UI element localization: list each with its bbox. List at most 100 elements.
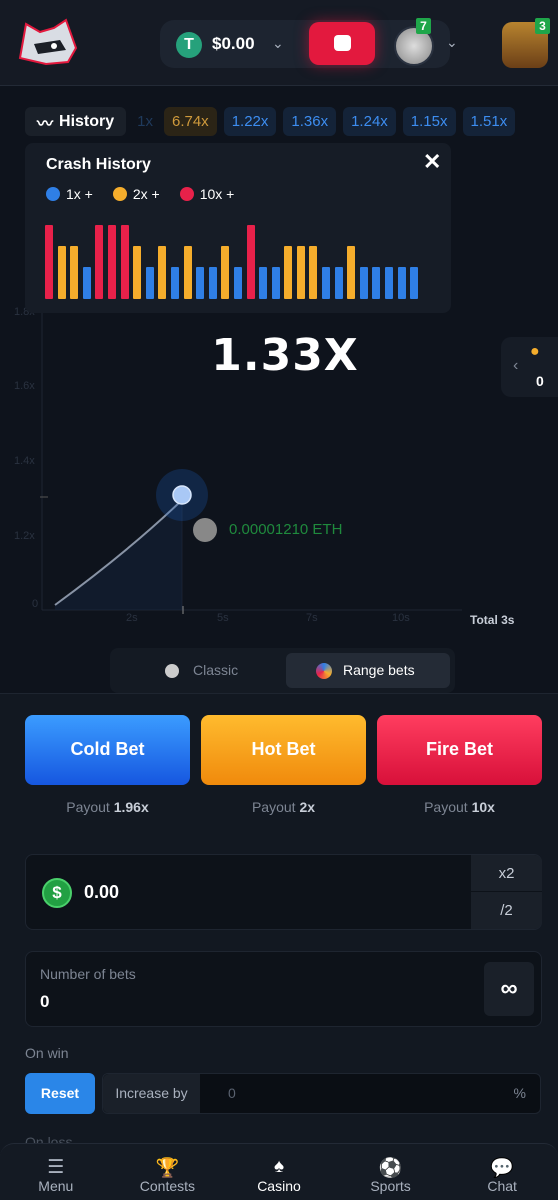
history-chip[interactable]: 1.24x (343, 107, 396, 136)
reset-button[interactable]: Reset (25, 1073, 95, 1114)
legend-item: 10x + (179, 186, 234, 202)
crash-bar (133, 246, 142, 299)
legend-item: 2x + (112, 186, 160, 202)
crash-bar (322, 267, 331, 299)
cold-bet-button[interactable]: Cold Bet (25, 715, 190, 785)
half-button[interactable]: /2 (471, 892, 542, 929)
header: T $0.00 ⌄ 7 ⌄ 3 (0, 0, 558, 86)
nav-casino[interactable]: ♠ Casino (223, 1144, 335, 1200)
legend-dot (179, 187, 194, 201)
raccoon-logo[interactable] (16, 18, 82, 66)
crash-bar (233, 267, 242, 299)
history-chip[interactable]: 1.15x (402, 107, 456, 136)
tether-icon: T (176, 32, 202, 58)
crash-bar (246, 225, 255, 299)
ball-icon (165, 664, 179, 678)
wallet-icon (334, 35, 351, 51)
total-time: Total 3s (470, 613, 515, 627)
sports-icon: ⚽ (378, 1158, 403, 1179)
mode-switch: Classic Range bets (110, 648, 455, 693)
history-chip[interactable]: 1.22x (223, 107, 277, 136)
wallet-button[interactable] (309, 22, 375, 65)
nav-chat[interactable]: 💬 Chat (446, 1144, 558, 1200)
crash-bar (309, 246, 318, 299)
menu-icon: ☰ (47, 1157, 65, 1178)
popup-title: Crash History (46, 156, 151, 173)
range-icon (316, 663, 332, 679)
legend-dot (46, 187, 60, 201)
crash-bar (259, 267, 268, 299)
number-of-bets-input[interactable]: Number of bets 0 ∞ (25, 951, 542, 1027)
double-button[interactable]: x2 (471, 855, 542, 892)
x-tick: 2s (126, 612, 138, 624)
hot-payout: Payout 2x (251, 799, 316, 815)
trend-icon: 〰 (37, 115, 54, 133)
history-chip[interactable]: 6.74x (163, 107, 217, 136)
bet-amount-input[interactable]: $ 0.00 x2 /2 (25, 854, 542, 930)
crash-bar (397, 267, 406, 299)
bottom-nav: ☰ Menu 🏆 Contests ♠ Casino ⚽ Sports 💬 Chat (0, 1143, 558, 1200)
hot-bet-button[interactable]: Hot Bet (201, 715, 366, 785)
crash-bar (170, 267, 179, 299)
history-chip[interactable]: 1x (133, 107, 157, 136)
nav-contests[interactable]: 🏆 Contests (112, 1144, 224, 1200)
crash-bar (120, 225, 129, 299)
tab-classic[interactable]: Classic (115, 653, 285, 688)
infinite-button[interactable]: ∞ (484, 962, 534, 1016)
crash-bar (221, 246, 230, 299)
current-multiplier: 1.33X (211, 330, 359, 381)
on-win-label: On win (25, 1045, 69, 1061)
crash-bar (82, 267, 91, 299)
crash-bar (158, 246, 167, 299)
dollar-coin-icon: $ (42, 878, 72, 908)
chevron-left-icon: ‹ (513, 357, 519, 374)
increase-by-button[interactable]: Increase by (103, 1074, 200, 1113)
contests-icon: 🏆 (155, 1158, 180, 1179)
nav-menu[interactable]: ☰ Menu (0, 1144, 112, 1200)
legend: 1x + 2x + 10x + (46, 186, 234, 202)
crash-bar (208, 267, 217, 299)
chat-icon: 💬 (490, 1158, 514, 1179)
players-panel-toggle[interactable]: ‹ ● 0 (501, 337, 558, 397)
y-tick: 1.2x (14, 530, 35, 542)
chest-badge: 3 (535, 18, 550, 34)
x-tick: 10s (392, 612, 410, 624)
x-tick: 7s (306, 612, 318, 624)
crash-bar (70, 246, 79, 299)
chevron-down-icon: ⌄ (272, 35, 284, 51)
increase-by-input[interactable]: Increase by 0 % (102, 1073, 541, 1114)
x-tick: 5s (217, 612, 229, 624)
history-chip[interactable]: 1.51x (462, 107, 516, 136)
legend-item: 1x + (46, 186, 93, 202)
history-button[interactable]: 〰 History (25, 107, 127, 136)
player-win-amount: 0.00001210 ETH (229, 521, 343, 538)
crash-bar (284, 246, 293, 299)
history-chip[interactable]: 1.36x (283, 107, 337, 136)
y-tick: 1.4x (14, 455, 35, 467)
crash-bar (196, 267, 205, 299)
fire-bet-button[interactable]: Fire Bet (377, 715, 542, 785)
crash-bar (334, 267, 343, 299)
crash-bar (107, 225, 116, 299)
fire-payout: Payout 10x (424, 799, 495, 815)
crash-bar (145, 267, 154, 299)
tab-range-bets[interactable]: Range bets (286, 653, 450, 688)
crash-bar (385, 267, 394, 299)
crash-bar (271, 267, 280, 299)
crash-bars (45, 221, 431, 299)
crash-bar (347, 246, 356, 299)
crash-bar (95, 225, 104, 299)
users-icon: ● (530, 343, 540, 360)
crash-bar (296, 246, 305, 299)
y-tick: 1.6x (14, 380, 35, 392)
close-icon[interactable]: ✕ (423, 149, 441, 175)
casino-icon: ♠ (273, 1156, 285, 1177)
level-badge: 7 (416, 18, 431, 34)
crash-bar (57, 246, 66, 299)
legend-dot (112, 187, 127, 201)
cold-payout: Payout 1.96x (66, 799, 149, 815)
crash-bar (183, 246, 192, 299)
chevron-down-icon[interactable]: ⌄ (446, 34, 458, 51)
nav-sports[interactable]: ⚽ Sports (335, 1144, 447, 1200)
crash-bar (410, 267, 419, 299)
